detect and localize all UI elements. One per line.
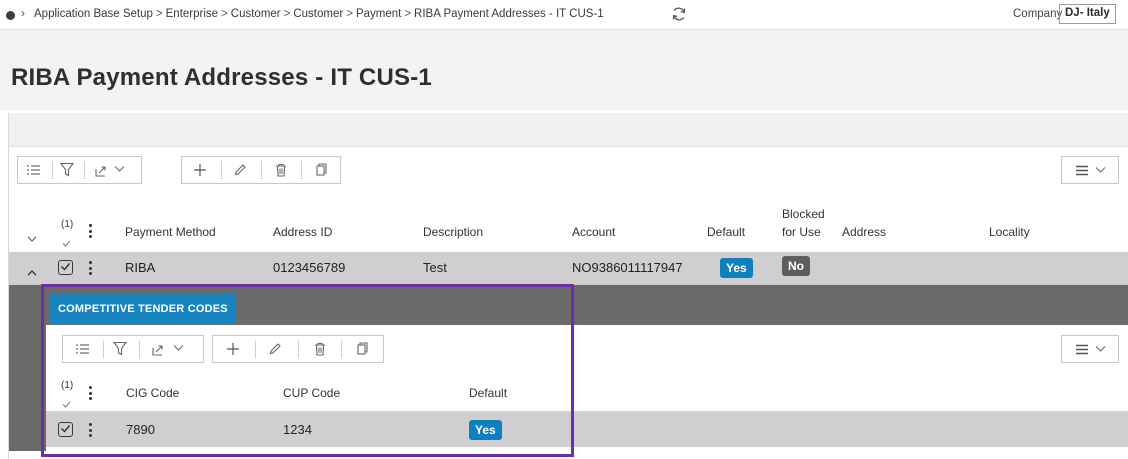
list-settings-icon[interactable]: [26, 163, 42, 177]
blocked-no-badge: No: [782, 256, 810, 276]
cell-address-id: 0123456789: [273, 260, 346, 275]
row-checkbox[interactable]: [58, 260, 73, 275]
col-locality[interactable]: Locality: [989, 225, 1030, 239]
add-icon[interactable]: [193, 163, 207, 177]
detail-indent: [9, 285, 46, 451]
table-tools-group: [17, 156, 142, 184]
card-header-strip: [9, 113, 1128, 147]
company-label: Company: [1013, 8, 1063, 20]
duplicate-icon[interactable]: [315, 163, 327, 177]
hamburger-icon: [1075, 344, 1089, 355]
cell-cup-code: 1234: [283, 422, 312, 437]
filter-icon[interactable]: [60, 162, 74, 178]
toolbar-divider: [84, 161, 85, 179]
chevron-down-icon[interactable]: [173, 344, 184, 352]
row-actions-group: [181, 156, 341, 184]
checkmark-icon: [62, 234, 71, 252]
detail-table-tools-group: [62, 335, 204, 363]
export-icon[interactable]: [94, 164, 108, 178]
chevron-right-icon: ›: [21, 6, 25, 20]
tab-competitive-tender-codes[interactable]: COMPETITIVE TENDER CODES: [50, 294, 236, 324]
column-menu-icon[interactable]: [89, 224, 93, 238]
chevron-up-icon[interactable]: [27, 264, 37, 282]
add-icon[interactable]: [226, 342, 240, 356]
breadcrumb-bar: › Application Base Setup > Enterprise > Cust…: [0, 0, 1128, 30]
toolbar-divider: [261, 161, 262, 179]
breadcrumb-separator: >: [283, 8, 291, 20]
delete-icon[interactable]: [314, 342, 326, 356]
toolbar-divider: [139, 340, 140, 358]
breadcrumb-item-payment[interactable]: Payment: [356, 8, 401, 20]
col-address[interactable]: Address: [842, 225, 886, 239]
breadcrumb-item-enterprise[interactable]: Enterprise: [166, 8, 218, 20]
detail-row-checkbox[interactable]: [58, 422, 73, 437]
toolbar-divider: [255, 340, 256, 358]
collapse-all-icon[interactable]: [27, 230, 37, 248]
detail-default-yes-badge: Yes: [469, 420, 502, 440]
home-icon[interactable]: [6, 11, 15, 20]
col-account[interactable]: Account: [572, 225, 615, 239]
detail-view-options-button[interactable]: [1061, 335, 1119, 363]
table-row[interactable]: [9, 252, 1128, 285]
col-description[interactable]: Description: [423, 225, 483, 239]
breadcrumb-item-customer[interactable]: Customer: [231, 8, 281, 20]
breadcrumb-separator: >: [346, 8, 353, 20]
col-address-id[interactable]: Address ID: [273, 225, 332, 239]
default-yes-badge: Yes: [720, 258, 753, 278]
cell-cig-code: 7890: [126, 422, 155, 437]
col-cup-code[interactable]: CUP Code: [283, 386, 340, 400]
breadcrumb-separator: >: [404, 8, 412, 20]
cell-description: Test: [423, 260, 447, 275]
toolbar-divider: [301, 161, 302, 179]
detail-selection-count: (1): [61, 380, 74, 391]
list-settings-icon[interactable]: [75, 342, 91, 356]
content-card: (1) Payment Method Address ID Descriptio…: [8, 113, 1128, 459]
export-icon[interactable]: [151, 343, 165, 357]
hamburger-icon: [1075, 165, 1089, 176]
col-cig-code[interactable]: CIG Code: [126, 386, 179, 400]
breadcrumb-separator: >: [155, 8, 163, 20]
company-selector[interactable]: DJ- Italy: [1059, 4, 1116, 24]
detail-table-row[interactable]: [46, 411, 1128, 447]
toolbar-divider: [103, 340, 104, 358]
row-menu-icon[interactable]: [89, 261, 93, 275]
duplicate-icon[interactable]: [356, 342, 368, 356]
breadcrumb-separator: >: [221, 8, 228, 20]
breadcrumb-item-application-base-setup[interactable]: Application Base Setup: [34, 8, 153, 20]
page-title: RIBA Payment Addresses - IT CUS-1: [11, 64, 432, 91]
filter-icon[interactable]: [113, 341, 127, 357]
detail-row-menu-icon[interactable]: [89, 423, 93, 437]
col-payment-method[interactable]: Payment Method: [125, 225, 216, 239]
selection-count: (1): [61, 219, 74, 230]
delete-icon[interactable]: [275, 163, 287, 177]
refresh-icon[interactable]: [671, 6, 687, 22]
chevron-down-icon[interactable]: [114, 165, 125, 173]
chevron-down-icon: [1095, 345, 1106, 353]
cell-payment-method: RIBA: [125, 260, 156, 275]
breadcrumb-item-customer-2[interactable]: Customer: [293, 8, 343, 20]
col-blocked-for-use-line2[interactable]: for Use: [782, 225, 821, 239]
cell-account: NO9386011117947: [572, 260, 683, 275]
view-options-button[interactable]: [1061, 156, 1119, 184]
detail-column-menu-icon[interactable]: [89, 386, 93, 400]
toolbar-divider: [52, 161, 53, 179]
edit-icon[interactable]: [234, 164, 246, 176]
col-default[interactable]: Default: [707, 225, 745, 239]
col-detail-default[interactable]: Default: [469, 386, 507, 400]
chevron-down-icon: [1095, 166, 1106, 174]
breadcrumb: Application Base Setup > Enterprise > Custom…: [34, 8, 604, 20]
detail-row-actions-group: [212, 335, 384, 363]
toolbar-divider: [221, 161, 222, 179]
edit-icon[interactable]: [269, 343, 281, 355]
toolbar-divider: [341, 340, 342, 358]
breadcrumb-item-current: RIBA Payment Addresses - IT CUS-1: [414, 8, 604, 20]
col-blocked-for-use-line1[interactable]: Blocked: [782, 207, 825, 221]
toolbar-divider: [298, 340, 299, 358]
